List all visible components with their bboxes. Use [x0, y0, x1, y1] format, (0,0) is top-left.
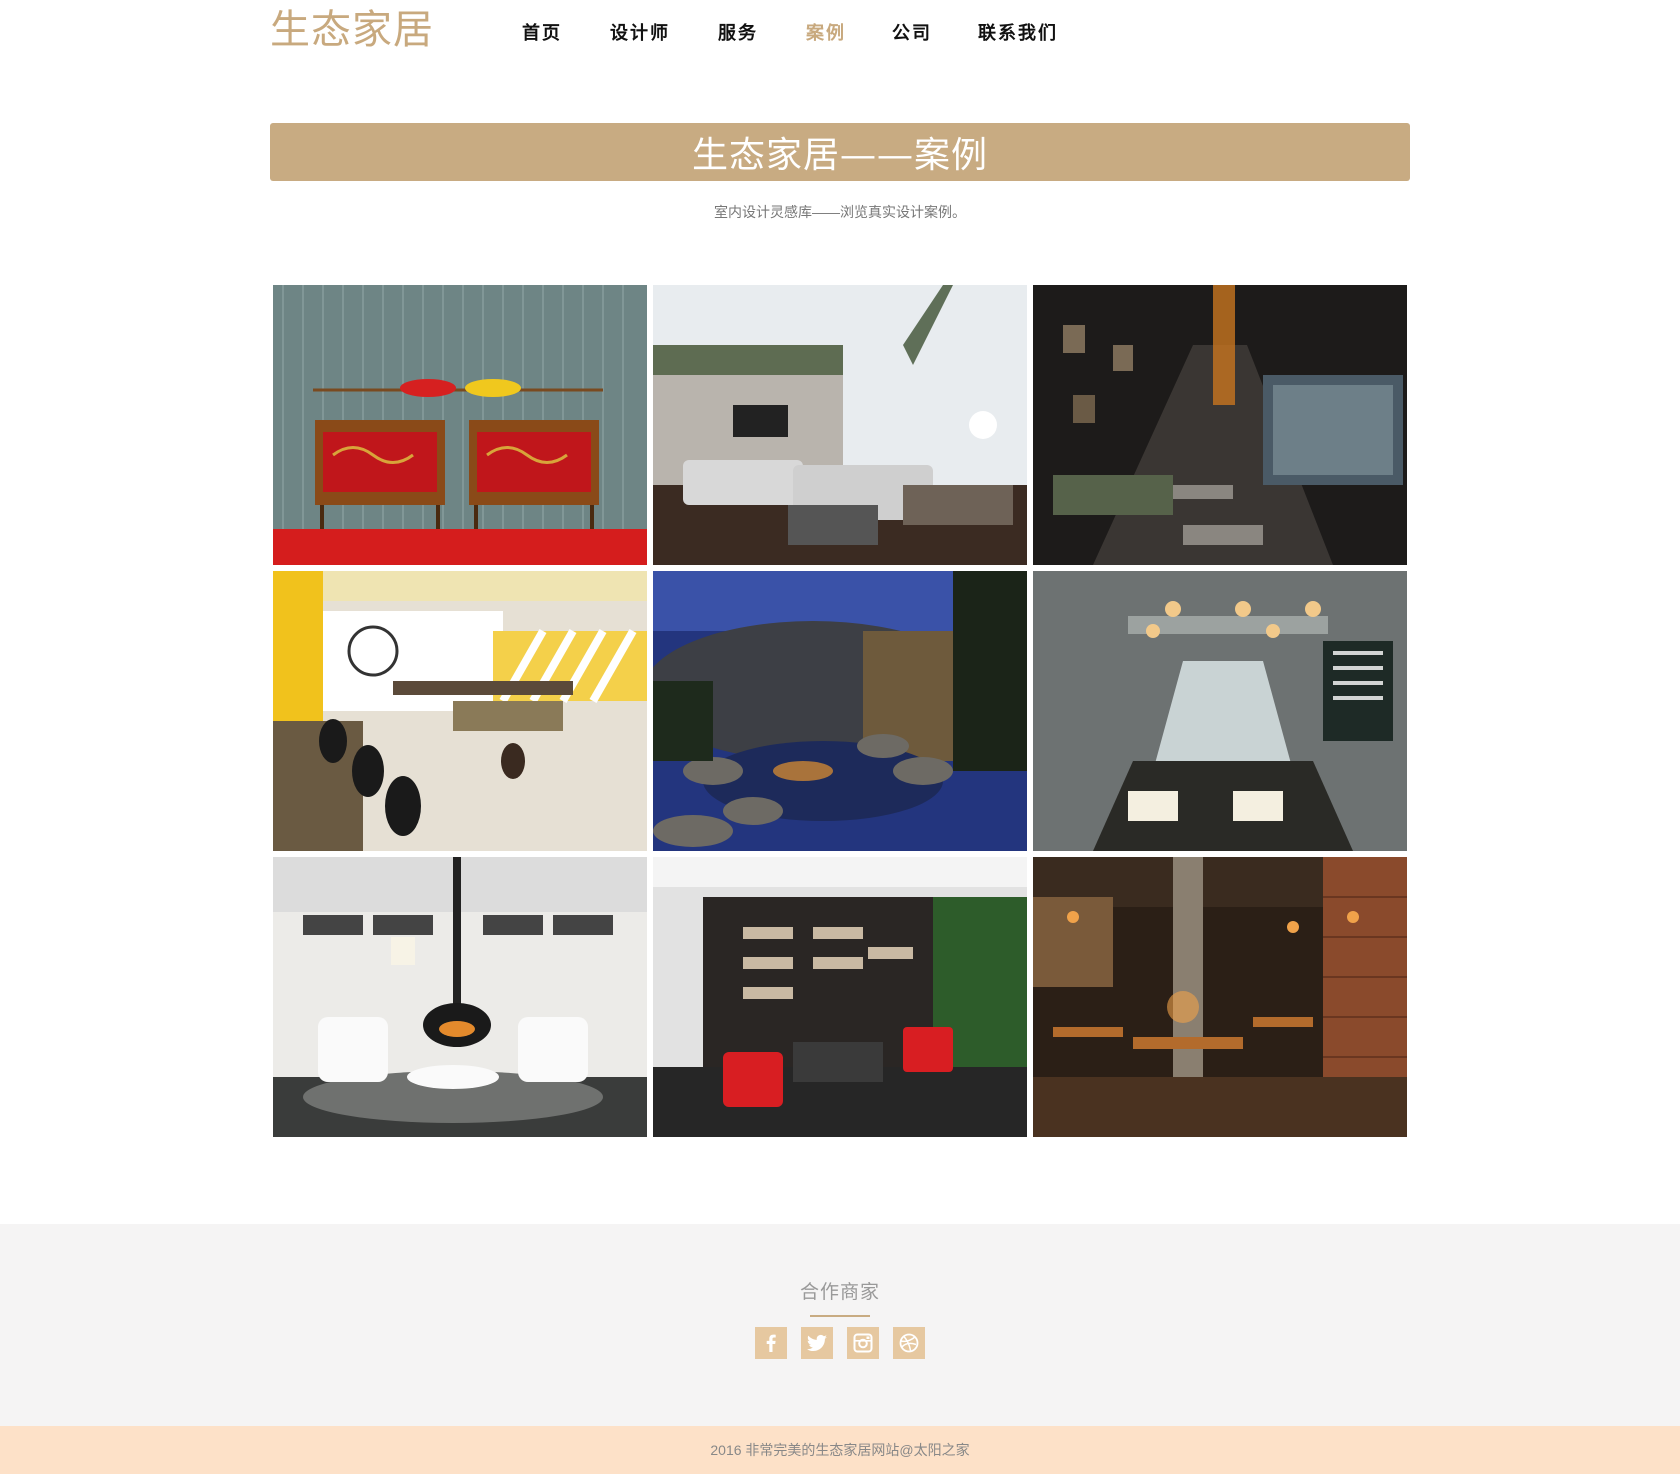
copyright-bar: 2016 非常完美的生态家居网站@太阳之家	[0, 1426, 1680, 1474]
gallery-item-3[interactable]	[1033, 285, 1407, 565]
facebook-link[interactable]	[755, 1327, 787, 1359]
twitter-icon	[807, 1334, 827, 1351]
nav-item-contact[interactable]: 联系我们	[978, 20, 1058, 46]
partners-title: 合作商家	[799, 1282, 880, 1303]
instagram-link[interactable]	[847, 1327, 879, 1359]
site-logo[interactable]: 生态家居	[270, 6, 434, 54]
gallery-item-6[interactable]	[1033, 571, 1407, 851]
case-image	[653, 857, 1027, 1137]
nav-item-cases[interactable]: 案例	[806, 20, 846, 46]
gallery-item-2[interactable]	[653, 285, 1027, 565]
nav-item-home[interactable]: 首页	[522, 20, 562, 46]
dribbble-icon	[899, 1333, 919, 1353]
copyright-text: 2016 非常完美的生态家居网站@太阳之家	[710, 1442, 970, 1458]
page-title: 生态家居——案例	[691, 135, 988, 176]
twitter-link[interactable]	[801, 1327, 833, 1359]
case-image	[1033, 857, 1407, 1137]
nav-item-services[interactable]: 服务	[718, 20, 758, 46]
case-image	[653, 285, 1027, 565]
gallery-item-1[interactable]	[273, 285, 647, 565]
nav-item-designers[interactable]: 设计师	[610, 20, 670, 46]
gallery-item-4[interactable]	[273, 571, 647, 851]
case-image	[273, 857, 647, 1137]
gallery-item-8[interactable]	[653, 857, 1027, 1137]
case-gallery	[273, 285, 1407, 1138]
gallery-item-7[interactable]	[273, 857, 647, 1137]
facebook-icon	[766, 1334, 776, 1352]
dribbble-link[interactable]	[893, 1327, 925, 1359]
instagram-icon	[853, 1333, 873, 1353]
page-subtitle: 室内设计灵感库——浏览真实设计案例。	[714, 204, 966, 220]
partners-section: 合作商家	[0, 1224, 1680, 1426]
case-image	[1033, 571, 1407, 851]
social-links	[755, 1327, 925, 1359]
nav-item-company[interactable]: 公司	[892, 20, 932, 46]
case-image	[653, 571, 1027, 851]
page-title-banner: 生态家居——案例	[270, 123, 1410, 181]
gallery-item-9[interactable]	[1033, 857, 1407, 1137]
main-nav: 首页 设计师 服务 案例 公司 联系我们	[522, 20, 1058, 46]
site-header: 生态家居 首页 设计师 服务 案例 公司 联系我们	[0, 0, 1680, 70]
case-image	[273, 285, 647, 565]
case-image	[1033, 285, 1407, 565]
case-image	[273, 571, 647, 851]
partners-divider	[810, 1315, 870, 1317]
gallery-item-5[interactable]	[653, 571, 1027, 851]
